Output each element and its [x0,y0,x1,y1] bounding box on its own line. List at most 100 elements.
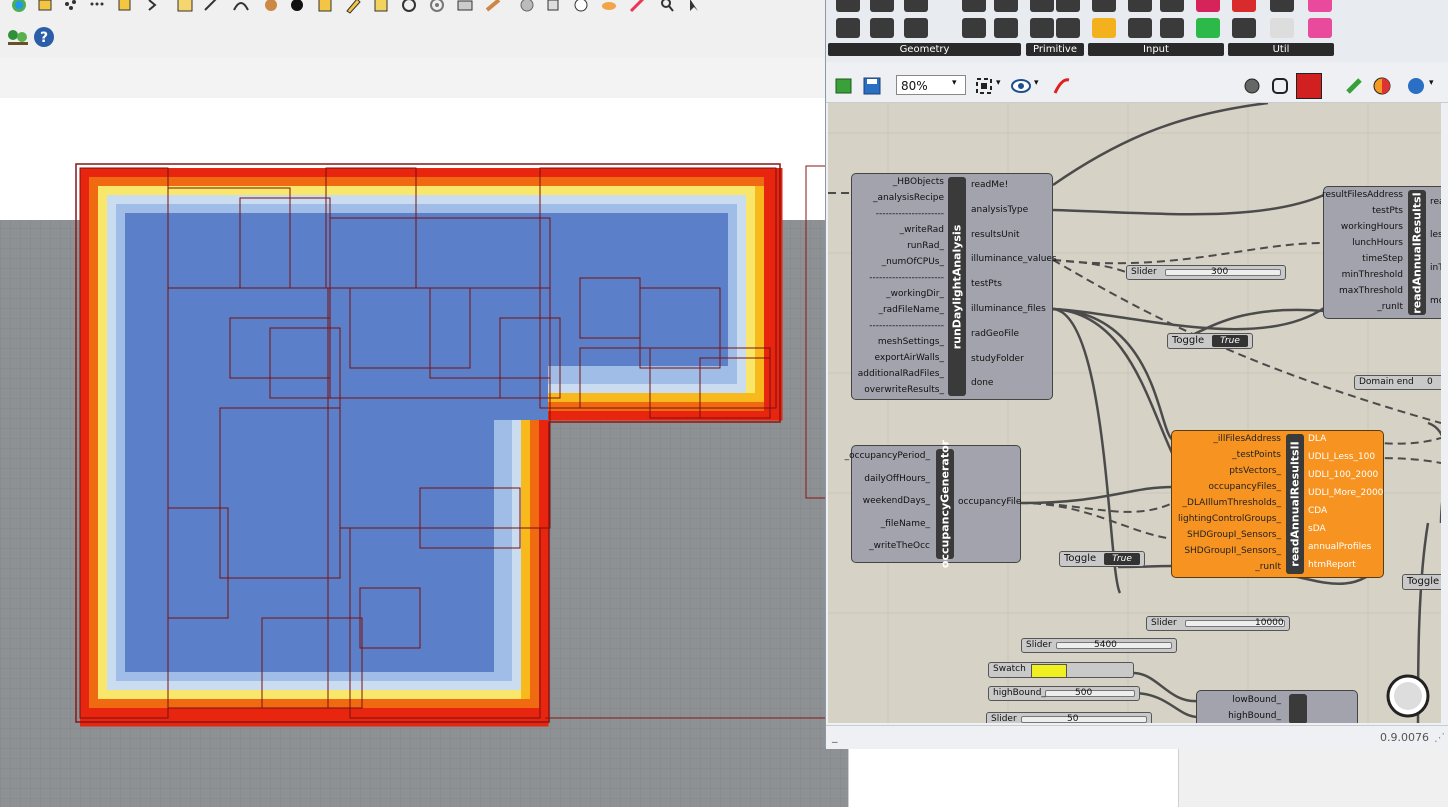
output-port[interactable]: UDLI_100_2000 [1308,470,1378,480]
polygon-param-icon[interactable] [870,0,894,12]
string-param-icon[interactable] [1056,18,1080,38]
input-port[interactable]: dailyOffHours_ [864,474,930,484]
output-port[interactable]: UDLI_More_2000 [1308,488,1383,498]
gh-canvas[interactable]: runDaylightAnalysis _HBObjects _analysisR… [828,103,1441,723]
search-icon[interactable] [658,0,676,14]
output-port[interactable]: illuminance_values [971,254,1057,264]
component-read-annual-results-i[interactable]: readAnnualResultsI resultFilesAddress tes… [1322,186,1441,319]
input-port[interactable]: _illFilesAddress [1213,434,1281,444]
layer-icon[interactable] [36,0,54,14]
solid-box-icon[interactable] [316,0,334,14]
hatch-icon[interactable] [176,0,194,14]
component-bounds[interactable]: lowBound_ highBound_ [1196,690,1358,723]
document-icon[interactable] [1344,76,1364,96]
text-param-icon[interactable] [1056,0,1080,12]
help-icon[interactable]: ? [33,26,55,48]
output-port[interactable]: more [1430,296,1441,306]
input-port[interactable]: _numOfCPUs_ [882,257,944,267]
input-port[interactable]: occupancyFiles_ [1208,482,1281,492]
brush-icon[interactable] [628,0,646,14]
input-port[interactable]: _analysisRecipe [873,193,944,203]
chevron-down-icon[interactable]: ▾ [1429,78,1434,88]
output-port[interactable]: sDA [1308,524,1326,534]
input-port[interactable]: testPts [1372,206,1403,216]
slider-300[interactable]: Slider 300 [1126,265,1286,280]
relay-icon[interactable] [1270,0,1294,12]
output-port[interactable]: inTh [1430,263,1441,273]
input-port[interactable]: _radFileName_ [878,305,944,315]
preview-eye-icon[interactable] [1010,76,1032,96]
slider-highbound[interactable]: highBound_ 500 [988,686,1140,701]
input-port[interactable]: resultFilesAddress [1322,190,1403,200]
output-port[interactable]: read [1430,197,1441,207]
toggle-param-icon[interactable] [1128,0,1152,12]
input-port[interactable]: exportAirWalls_ [874,353,944,363]
input-port[interactable]: _HBObjects [893,177,944,187]
graph-mapper-icon[interactable] [1092,18,1116,38]
tree-icon[interactable] [6,26,30,48]
input-port[interactable]: _writeRad [900,225,944,235]
component-run-daylight-analysis[interactable]: runDaylightAnalysis _HBObjects _analysisR… [851,173,1057,400]
wireframe-icon[interactable] [1270,76,1290,96]
pencil-icon[interactable] [344,0,362,14]
resize-grip-icon[interactable]: ⋰ [1434,731,1445,744]
chevron-down-icon[interactable]: ▾ [1034,78,1039,88]
analysis-icon[interactable] [400,0,418,14]
sphere-blue-icon[interactable] [1406,76,1426,96]
render-icon[interactable] [262,0,280,14]
target-icon[interactable] [428,0,446,14]
surface-param-icon[interactable] [994,0,1018,12]
slider-50[interactable]: Slider 50 [986,712,1152,723]
output-port[interactable]: annualProfiles [1308,542,1371,552]
input-port[interactable]: _runIt [1377,302,1403,312]
output-port[interactable]: occupancyFile [958,497,1021,507]
slider-10000[interactable]: Slider 10000 [1146,616,1290,631]
output-port[interactable]: studyFolder [971,354,1024,364]
colour-param-icon[interactable] [1196,0,1220,12]
transform-icon[interactable] [202,0,220,14]
input-port[interactable]: minThreshold [1342,270,1403,280]
input-port[interactable]: _fileName_ [881,519,930,529]
slider-param-icon[interactable] [1160,0,1184,12]
input-port[interactable]: ptsVectors_ [1229,466,1281,476]
output-port[interactable]: radGeoFile [971,329,1019,339]
slider-5400[interactable]: Slider 5400 [1021,638,1177,653]
sphere-icon[interactable] [288,0,306,14]
input-port[interactable]: _DLAIllumThresholds_ [1183,498,1281,508]
flask-icon[interactable] [1308,18,1332,38]
rhino-viewport[interactable] [0,98,848,807]
swatch-param[interactable]: Swatch [988,662,1134,678]
toggle-right[interactable]: Toggle [1402,574,1441,590]
open-file-icon[interactable] [834,76,854,96]
number-param-icon[interactable] [1030,18,1054,38]
input-port[interactable]: runRad_ [907,241,944,251]
input-port[interactable]: SHDGroupI_Sensors_ [1187,530,1281,540]
preview-selected-icon[interactable] [1296,73,1322,99]
toggle-run-annual[interactable]: Toggle True [1059,551,1145,567]
toggle-run-daylight[interactable]: Toggle True [1167,333,1253,349]
cube-icon[interactable] [544,0,562,14]
input-port[interactable]: overwriteResults_ [864,385,944,395]
mesh-param-icon[interactable] [962,0,986,12]
input-port[interactable]: _runIt [1255,562,1281,572]
input-port[interactable]: meshSettings_ [878,337,944,347]
input-port[interactable]: weekendDays_ [863,496,930,506]
compass-icon[interactable] [572,0,590,14]
output-port[interactable]: resultsUnit [971,230,1019,240]
dots-icon[interactable] [88,0,106,14]
input-port[interactable]: ----------------------- [869,321,944,331]
panel-param-icon[interactable] [1092,0,1116,12]
grey-sphere-icon[interactable] [518,0,536,14]
input-port[interactable]: timeStep [1362,254,1403,264]
input-port[interactable]: maxThreshold [1339,286,1403,296]
potion-icon[interactable] [1308,0,1332,12]
input-port[interactable]: workingHours [1341,222,1403,232]
box-yellow-icon[interactable] [116,0,134,14]
swatch-param-icon[interactable] [1196,18,1220,38]
input-port[interactable]: _writeTheOcc [869,541,930,551]
curve-icon[interactable] [232,0,250,14]
component-occupancy-generator[interactable]: occupancyGenerator _occupancyPeriod_ dail… [845,440,1022,568]
output-port[interactable]: htmReport [1308,560,1356,570]
input-port[interactable]: ----------------------- [869,273,944,283]
color-wheel-icon[interactable] [10,0,28,14]
